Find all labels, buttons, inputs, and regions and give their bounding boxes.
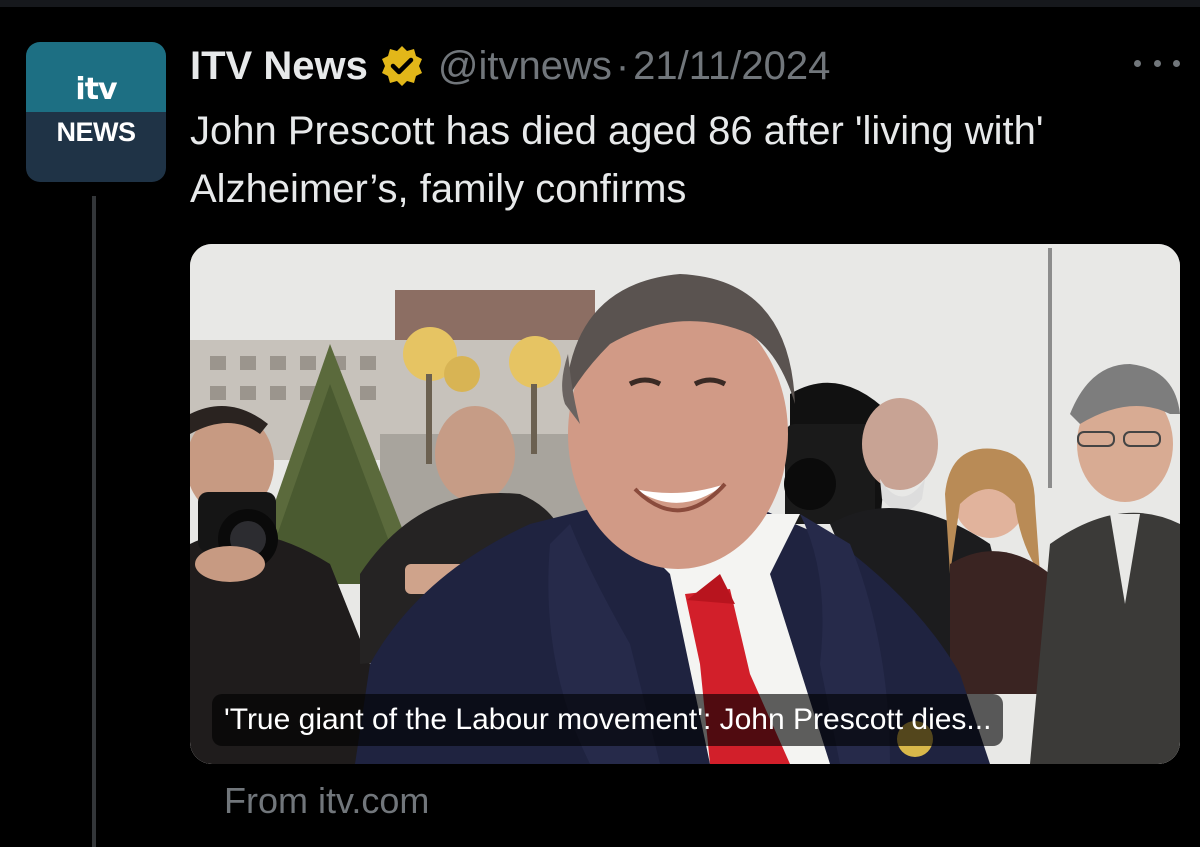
avatar-logo-subtext: NEWS — [56, 117, 137, 147]
card-caption: 'True giant of the Labour movement': Joh… — [212, 694, 1004, 746]
more-dot — [1134, 59, 1141, 67]
card-source[interactable]: From itv.com — [224, 780, 429, 822]
avatar[interactable]: itv NEWS — [26, 42, 166, 182]
more-horizontal-icon[interactable] — [1134, 50, 1180, 76]
user-handle[interactable]: @itvnews — [438, 44, 612, 89]
tweet-header: ITV News @itvnews · 21/11/2024 — [190, 40, 830, 92]
more-dot — [1153, 59, 1161, 67]
verified-badge-icon[interactable] — [380, 44, 424, 88]
tweet-text: John Prescott has died aged 86 after 'li… — [190, 109, 1044, 211]
avatar-logo-bottom: NEWS — [26, 112, 166, 182]
more-dot — [1173, 59, 1180, 67]
tweet-date[interactable]: 21/11/2024 — [633, 44, 830, 89]
separator-dot: · — [615, 43, 630, 88]
link-card[interactable]: 'True giant of the Labour movement': Joh… — [190, 244, 1180, 764]
avatar-logo-top: itv — [26, 42, 166, 112]
top-divider — [0, 0, 1200, 7]
card-photo — [190, 244, 1180, 764]
avatar-logo-text: itv — [75, 72, 117, 107]
display-name[interactable]: ITV News — [190, 44, 368, 89]
thread-line — [92, 196, 96, 847]
